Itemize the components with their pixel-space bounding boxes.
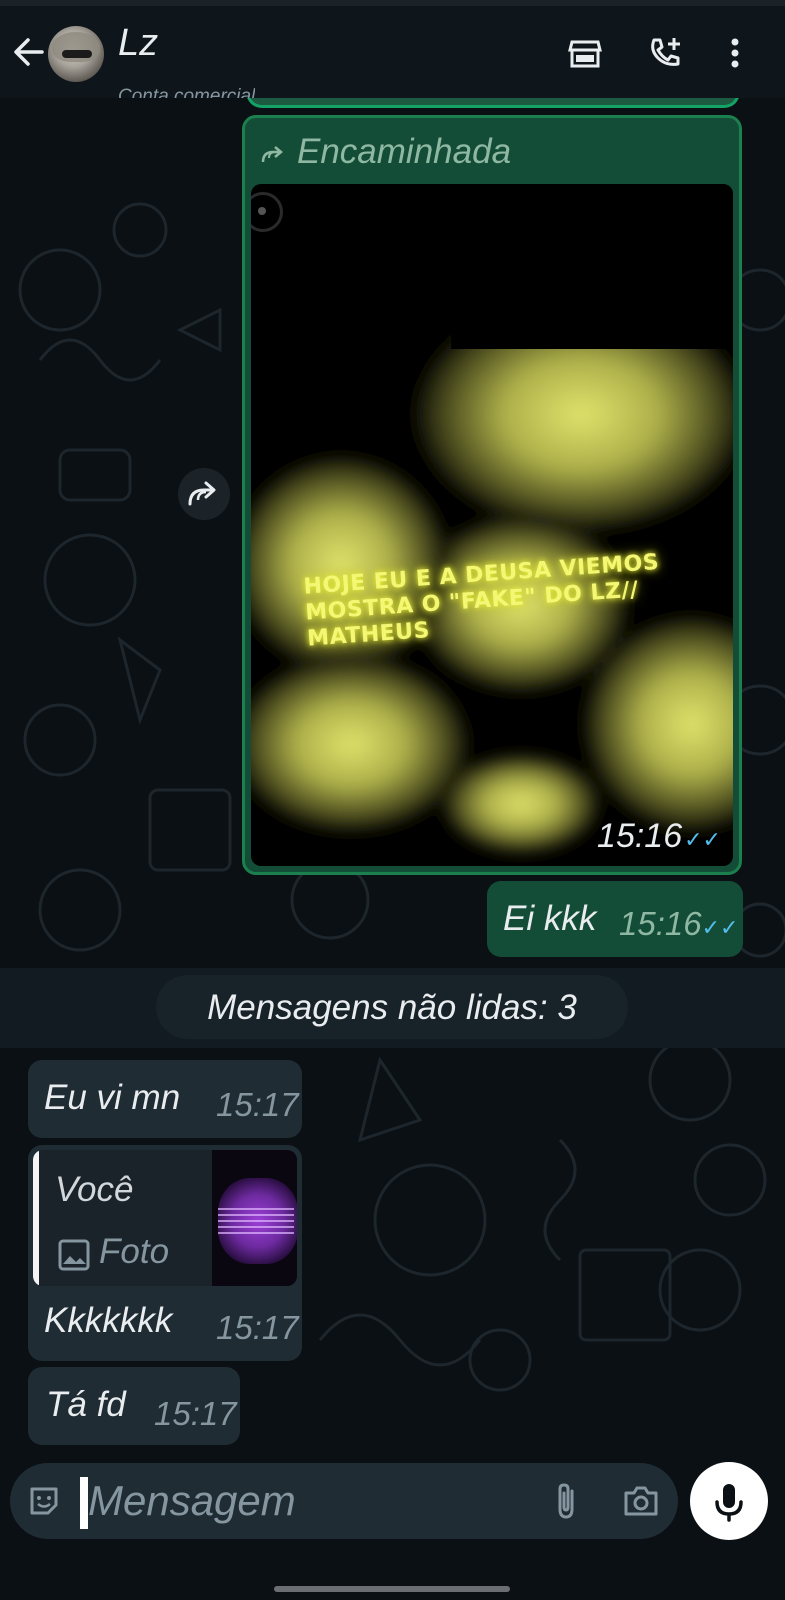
message-time: 15:17 — [216, 1086, 299, 1123]
message-text: Ei kkk — [503, 899, 597, 938]
quote-accent-bar — [33, 1150, 39, 1286]
quoted-photo-thumbnail — [212, 1150, 297, 1286]
message-time: 15:16✓✓ — [597, 817, 721, 856]
message-text: Tá fd — [46, 1385, 126, 1424]
more-vert-icon[interactable] — [716, 34, 754, 72]
share-button[interactable] — [178, 468, 230, 520]
incoming-message[interactable]: Tá fd 15:17 — [28, 1367, 240, 1445]
add-call-icon[interactable] — [646, 34, 684, 72]
forwarded-icon — [259, 142, 287, 169]
back-arrow-icon[interactable] — [10, 34, 46, 70]
quoted-message[interactable]: Você Foto — [33, 1150, 297, 1286]
incoming-message[interactable]: Eu vi mn 15:17 — [28, 1060, 302, 1138]
contact-name[interactable]: Lz — [118, 22, 158, 65]
attach-icon[interactable] — [550, 1481, 584, 1526]
forwarded-video-message[interactable]: Encaminhada HOJE EU E A DEUSA VIEMOS MOS… — [242, 115, 742, 875]
time-text: 15:16 — [597, 817, 683, 855]
avatar[interactable] — [48, 26, 104, 82]
quote-type: Foto — [99, 1232, 170, 1271]
read-ticks-icon: ✓✓ — [684, 827, 721, 852]
image-icon — [57, 1238, 91, 1277]
glow-clouds — [251, 184, 733, 854]
thumbnail-text-lines — [218, 1208, 294, 1234]
store-icon[interactable] — [566, 34, 604, 72]
time-text: 15:16 — [619, 905, 702, 942]
avatar-glasses — [62, 50, 92, 58]
message-input[interactable]: Mensagem — [88, 1477, 296, 1525]
outgoing-message[interactable]: Ei kkk 15:16✓✓ — [487, 881, 743, 957]
message-time: 15:17 — [154, 1395, 237, 1432]
home-indicator[interactable] — [274, 1586, 510, 1592]
incoming-reply-message[interactable]: Você Foto Kkkkkkk 15:17 — [28, 1145, 302, 1361]
mic-icon — [715, 1484, 743, 1522]
quote-author: Você — [55, 1170, 134, 1209]
contact-subtitle: Conta comercial — [118, 86, 256, 98]
message-text: Eu vi mn — [44, 1078, 181, 1117]
read-ticks-icon: ✓✓ — [701, 915, 739, 940]
chat-header: Lz Conta comercial — [0, 0, 785, 98]
message-time: 15:17 — [216, 1309, 299, 1346]
forwarded-label: Encaminhada — [297, 132, 512, 171]
video-thumbnail[interactable]: HOJE EU E A DEUSA VIEMOS MOSTRA O "FAKE"… — [251, 184, 733, 866]
status-bar-strip — [0, 0, 785, 6]
text-cursor — [80, 1477, 88, 1529]
share-icon — [188, 481, 216, 506]
sticker-icon[interactable] — [26, 1483, 62, 1524]
voice-message-button[interactable] — [690, 1462, 768, 1540]
camera-icon[interactable] — [622, 1483, 660, 1524]
message-composer[interactable]: Mensagem — [10, 1463, 678, 1539]
unread-count-text: Mensagens não lidas: 3 — [207, 988, 577, 1027]
message-text: Kkkkkkk — [44, 1301, 173, 1340]
message-time: 15:16✓✓ — [619, 905, 738, 943]
